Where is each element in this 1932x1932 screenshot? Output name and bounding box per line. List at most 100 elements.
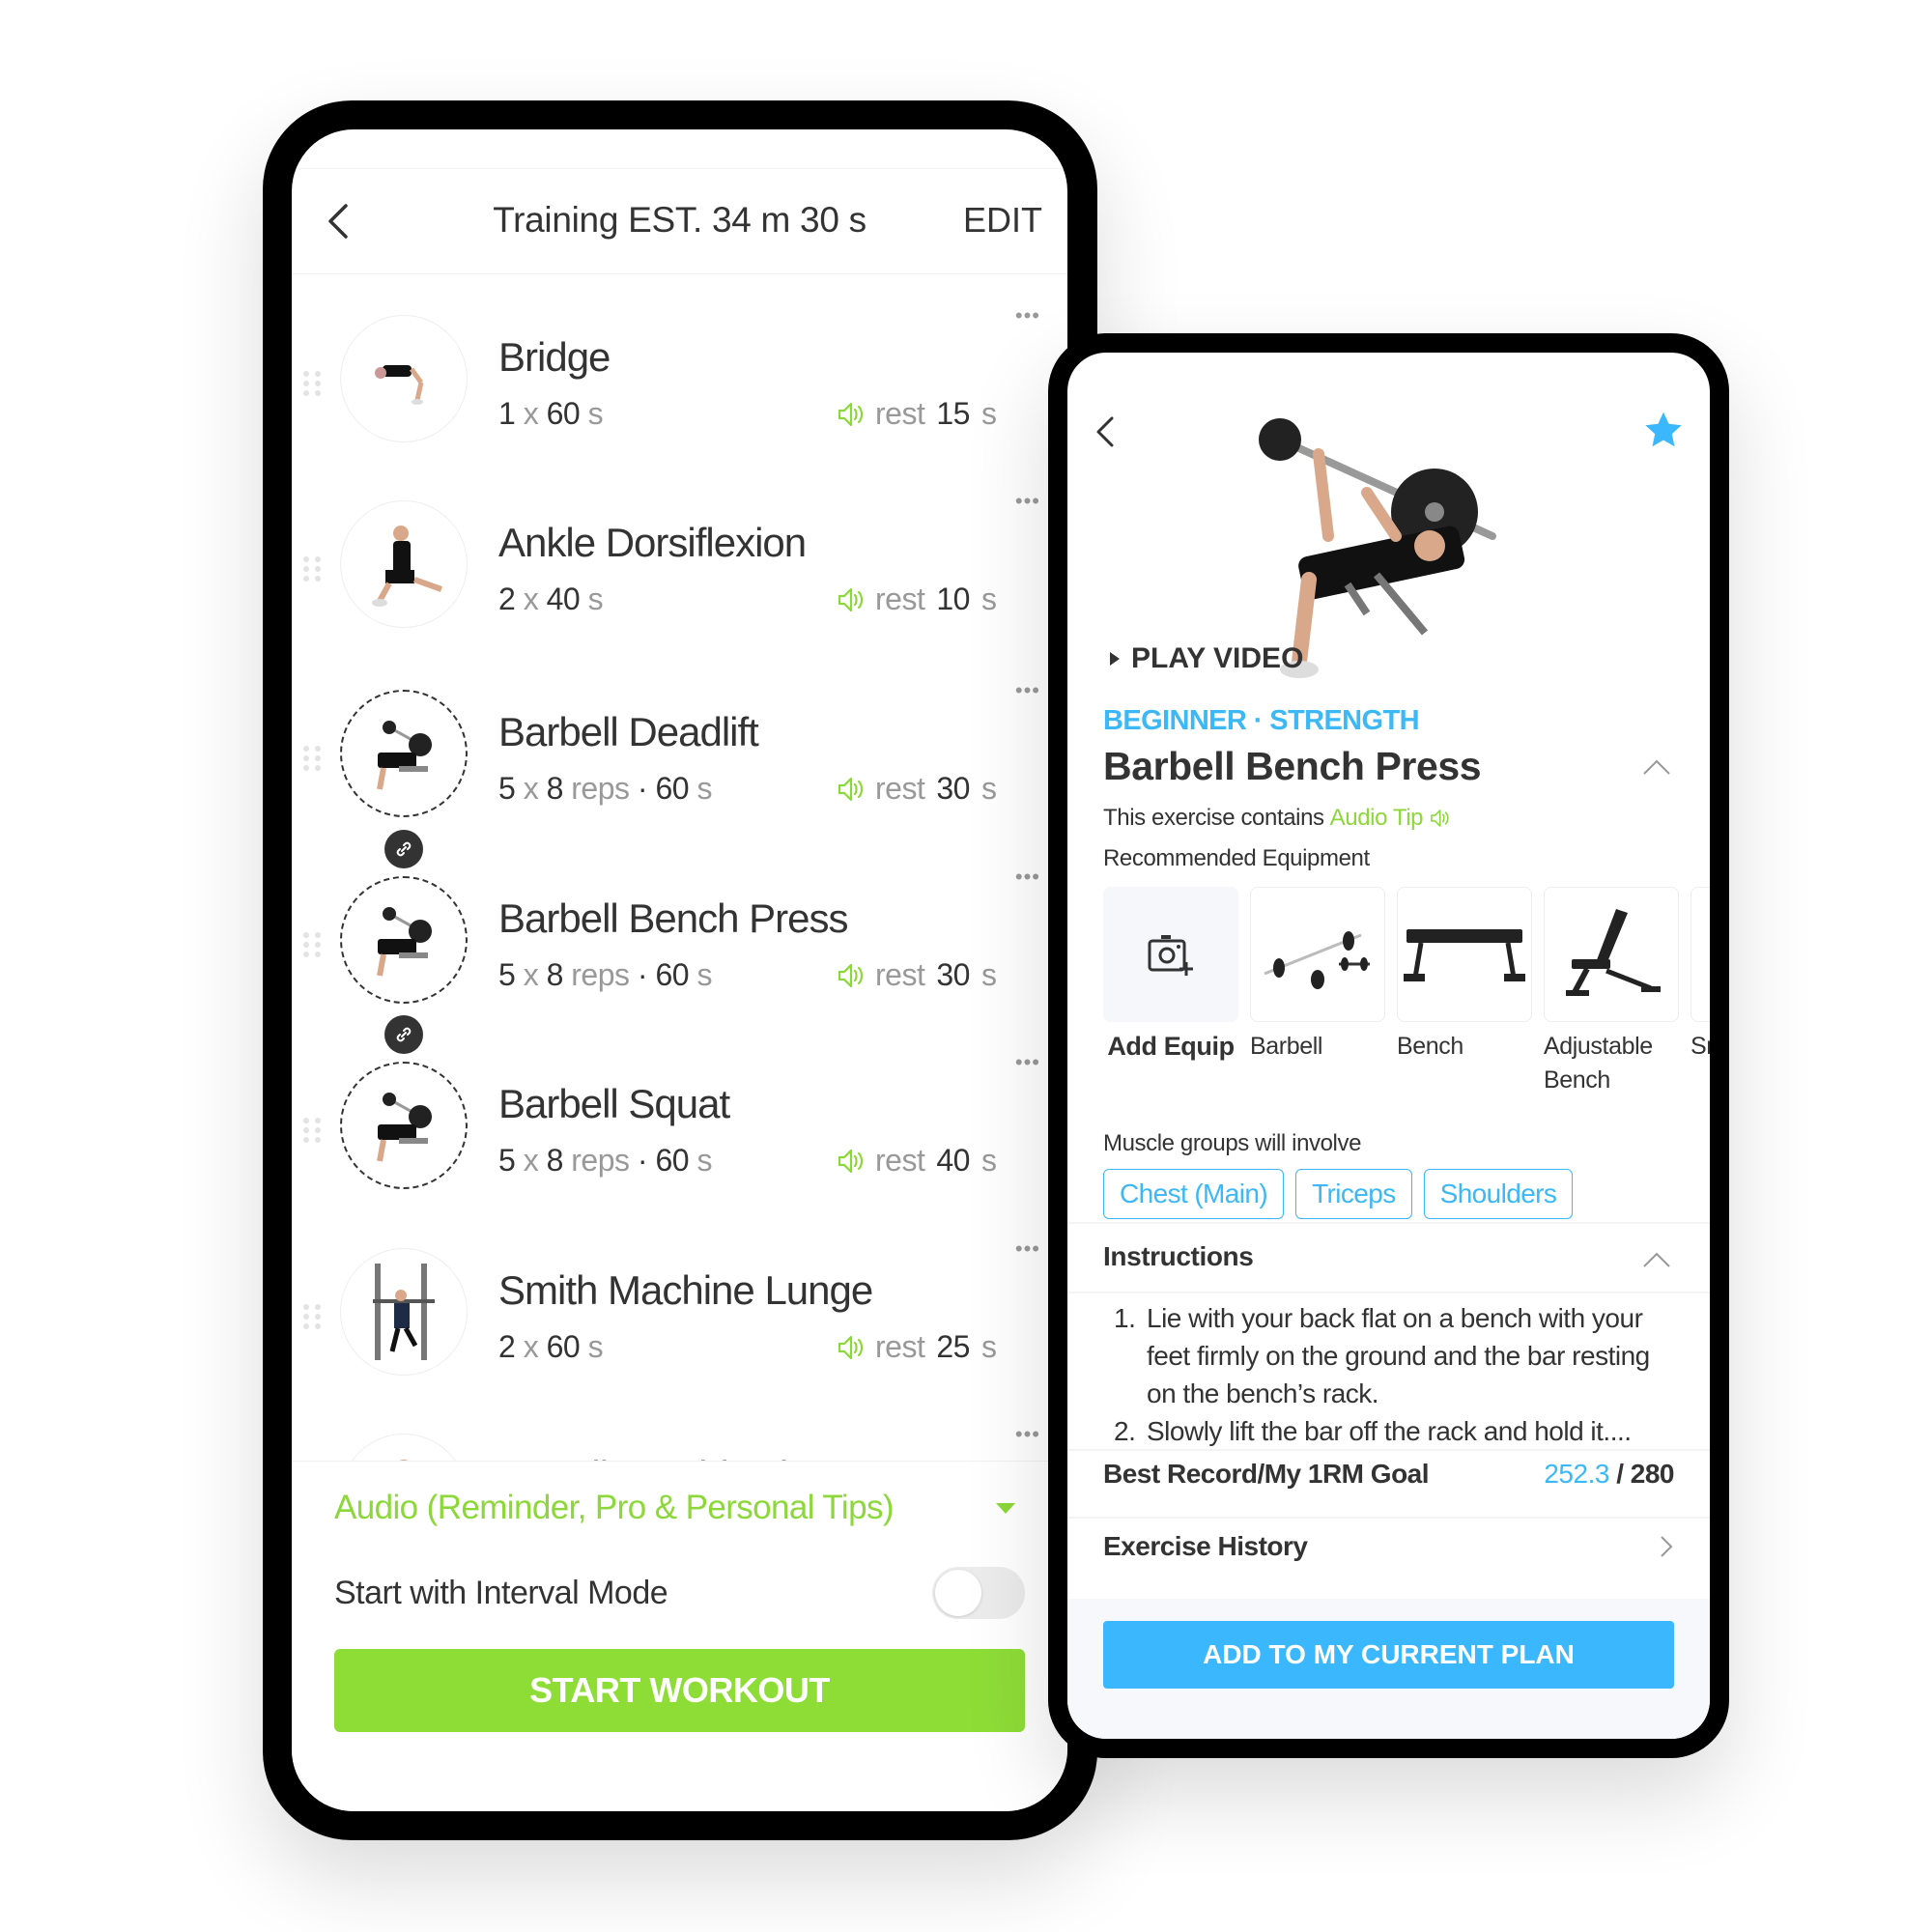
drag-handle-icon[interactable] — [303, 556, 321, 582]
exercise-sets: 2 x 60 s — [498, 1329, 604, 1365]
duration-unit: s — [696, 1143, 712, 1178]
exercise-detail-screen: PLAY VIDEO BEGINNER · STRENGTH Barbell B… — [1067, 353, 1710, 1739]
best-record-value: 252.3 / 280 — [1544, 1459, 1674, 1490]
speaker-icon[interactable] — [837, 400, 864, 429]
equipment-card[interactable] — [1544, 887, 1679, 1022]
drag-handle-icon[interactable] — [303, 932, 321, 957]
muscle-groups-label: Muscle groups will involve — [1103, 1130, 1362, 1156]
muscle-tag[interactable]: Shoulders — [1423, 1169, 1574, 1219]
rest-label: rest — [875, 1143, 925, 1178]
rest-value: 25 — [936, 1329, 970, 1364]
drag-handle-icon[interactable] — [303, 1304, 321, 1329]
audio-tip-prefix: This exercise contains — [1103, 805, 1324, 831]
drag-handle-icon[interactable] — [303, 1118, 321, 1143]
drag-handle-icon[interactable] — [303, 371, 321, 396]
equipment-bench[interactable]: Bench — [1397, 887, 1532, 1064]
exercise-thumbnail — [340, 315, 468, 442]
bench-press-figure-icon — [377, 907, 432, 977]
speaker-icon[interactable] — [837, 1333, 864, 1362]
favorite-star-icon[interactable] — [1642, 409, 1685, 451]
duration-unit: s — [696, 771, 712, 806]
amount-unit: s — [587, 582, 604, 616]
exercise-name: Barbell Bench Press — [498, 895, 849, 941]
add-equipment-card[interactable] — [1103, 887, 1238, 1022]
exercise-name: Barbell Deadlift — [498, 709, 759, 754]
rest-label: rest — [875, 771, 925, 806]
exercise-item-ankle-dorsiflexion[interactable]: Ankle Dorsiflexion 2 x 40 s rest 10 s ••• — [292, 489, 1067, 665]
equipment-card[interactable] — [1690, 887, 1710, 1022]
equipment-card[interactable] — [1250, 887, 1385, 1022]
equipment-add[interactable]: Add Equip — [1103, 887, 1238, 1064]
superset-link-icon[interactable] — [384, 1015, 423, 1054]
rest-value: 10 — [936, 582, 970, 616]
workout-footer: Audio (Reminder, Pro & Personal Tips) St… — [292, 1461, 1067, 1811]
rest-info: rest 30 s — [837, 771, 997, 807]
exercise-item-smith-machine-lunge[interactable]: Smith Machine Lunge 2 x 60 s rest 25 s ••• — [292, 1236, 1067, 1412]
chevron-up-icon[interactable] — [1642, 1251, 1671, 1268]
play-video-label: PLAY VIDEO — [1131, 642, 1304, 674]
more-options-icon[interactable]: ••• — [1015, 489, 1040, 514]
speaker-icon[interactable] — [837, 961, 864, 990]
edit-button[interactable]: EDIT — [963, 200, 1042, 241]
speaker-icon[interactable] — [837, 585, 864, 614]
exercise-sets: 5 x 8 reps · 60 s — [498, 771, 712, 807]
exercise-history-row[interactable]: Exercise History — [1103, 1531, 1674, 1562]
exercise-item-barbell-squat[interactable]: Barbell Squat 5 x 8 reps · 60 s rest 40 s … — [292, 1050, 1067, 1226]
speaker-icon[interactable] — [837, 775, 864, 804]
audio-dropdown[interactable]: Audio (Reminder, Pro & Personal Tips) — [334, 1489, 1025, 1527]
exercise-item-standing-adduction[interactable]: Standing Adduction ••• — [292, 1422, 1067, 1461]
play-video-button[interactable]: PLAY VIDEO — [1110, 642, 1303, 675]
exercise-history-label: Exercise History — [1103, 1531, 1308, 1561]
times-sign: x — [523, 957, 539, 992]
muscle-tag[interactable]: Triceps — [1295, 1169, 1412, 1219]
bench-icon — [1404, 929, 1525, 981]
rest-info: rest 15 s — [837, 396, 997, 432]
amount: 8 — [546, 957, 564, 992]
start-workout-button[interactable]: START WORKOUT — [334, 1649, 1025, 1732]
equipment-adjustable-bench[interactable]: Adjustable Bench — [1544, 887, 1679, 1097]
more-options-icon[interactable]: ••• — [1015, 1422, 1040, 1447]
amount-unit: s — [587, 396, 604, 431]
more-options-icon[interactable]: ••• — [1015, 865, 1040, 890]
equipment-partial[interactable]: Sm... — [1690, 887, 1710, 1064]
speaker-icon[interactable] — [837, 1147, 864, 1176]
back-icon[interactable] — [1091, 411, 1120, 453]
divider — [1067, 1449, 1710, 1451]
equipment-carousel[interactable]: Add Equip Barbell Bench Adjustable Bench — [1103, 887, 1710, 1109]
more-options-icon[interactable]: ••• — [1015, 1050, 1040, 1075]
interval-mode-toggle[interactable] — [932, 1567, 1025, 1619]
drag-handle-icon[interactable] — [303, 746, 321, 771]
times-sign: x — [523, 582, 539, 616]
bench-press-figure-icon — [377, 1093, 432, 1162]
exercise-item-bridge[interactable]: Bridge 1 x 60 s rest 15 s ••• — [292, 303, 1067, 479]
exercise-thumbnail — [340, 1062, 468, 1189]
more-options-icon[interactable]: ••• — [1015, 303, 1040, 328]
divider — [1067, 1517, 1710, 1519]
adjustable-bench-icon — [1566, 909, 1661, 996]
barbell-icon — [1264, 931, 1370, 989]
instructions-list: 1. Lie with your back flat on a bench wit… — [1114, 1299, 1674, 1450]
step-number: 1. — [1114, 1303, 1136, 1333]
add-to-plan-button[interactable]: ADD TO MY CURRENT PLAN — [1103, 1621, 1674, 1689]
muscle-tag[interactable]: Chest (Main) — [1103, 1169, 1285, 1219]
exercise-sets: 5 x 8 reps · 60 s — [498, 957, 712, 993]
more-options-icon[interactable]: ••• — [1015, 1236, 1040, 1262]
exercise-thumbnail — [340, 1248, 468, 1376]
exercise-name: Bridge — [498, 334, 611, 380]
duration: · 60 — [637, 957, 690, 992]
rest-info: rest 25 s — [837, 1329, 997, 1365]
equipment-barbell[interactable]: Barbell — [1250, 887, 1385, 1064]
speaker-icon[interactable] — [1429, 808, 1450, 829]
superset-link-icon[interactable] — [384, 830, 423, 868]
equipment-card[interactable] — [1397, 887, 1532, 1022]
exercise-name: Standing Adduction — [498, 1453, 832, 1461]
more-options-icon[interactable]: ••• — [1015, 678, 1040, 703]
audio-tip-link[interactable]: Audio Tip — [1330, 805, 1424, 832]
best-record-row: Best Record/My 1RM Goal 252.3 / 280 — [1103, 1459, 1674, 1490]
exercise-name: Ankle Dorsiflexion — [498, 520, 807, 565]
times-sign: x — [523, 396, 539, 431]
exercise-list[interactable]: Bridge 1 x 60 s rest 15 s ••• Ankle Dorsif… — [292, 274, 1067, 1461]
instructions-heading: Instructions — [1103, 1241, 1254, 1271]
chevron-up-icon[interactable] — [1642, 758, 1671, 776]
detail-footer: ADD TO MY CURRENT PLAN — [1067, 1599, 1710, 1739]
